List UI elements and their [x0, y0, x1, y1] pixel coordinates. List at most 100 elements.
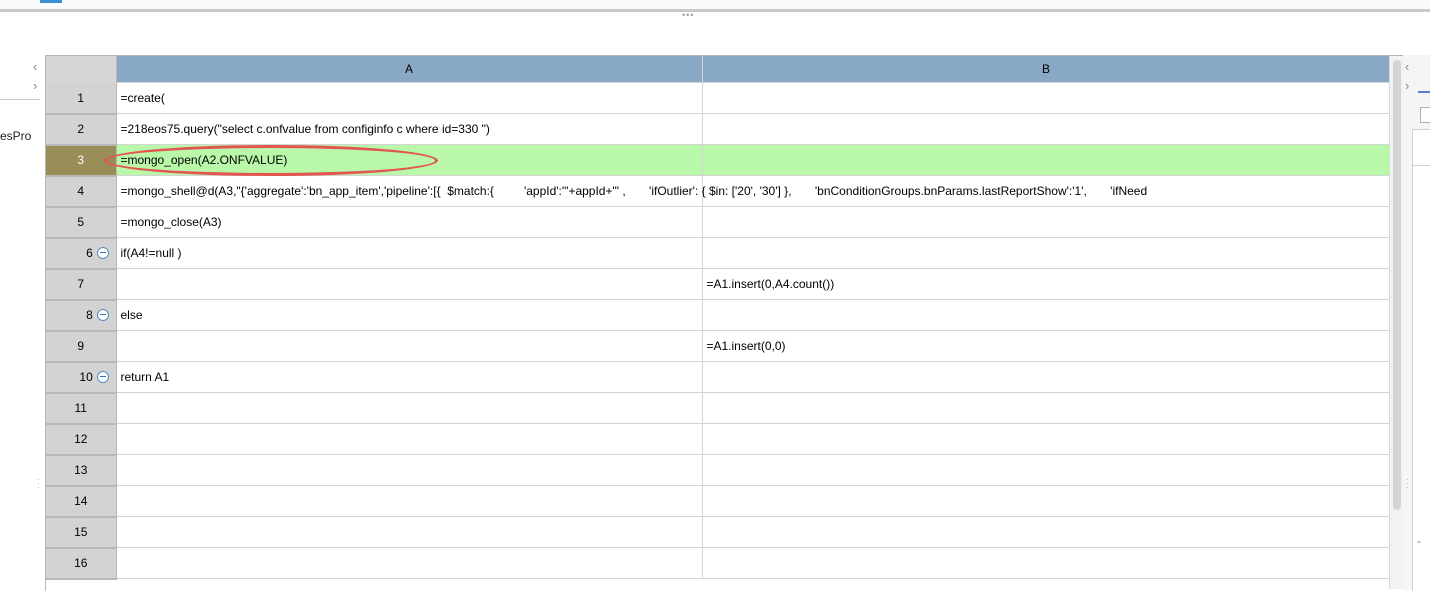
row-header[interactable]: 7 [46, 268, 117, 301]
row-number: 12 [74, 432, 88, 446]
chevron-left-icon[interactable]: ‹ [33, 60, 37, 73]
row-number: 9 [77, 339, 85, 353]
spreadsheet-grid[interactable]: A B 1 =create( 2 =218eos75.query("select c.… [45, 55, 1404, 591]
cell-a[interactable]: =mongo_open(A2.ONFVALUE) [116, 144, 703, 176]
row-header[interactable]: 5 [46, 206, 117, 239]
collapse-minus-icon[interactable] [96, 247, 109, 259]
column-header-b[interactable]: B [702, 56, 1391, 83]
cell-b[interactable] [702, 206, 1391, 238]
table-row[interactable]: 7 =A1.insert(0,A4.count()) [46, 268, 1391, 301]
left-panel: esPro [0, 55, 40, 590]
cell-a[interactable]: =mongo_close(A3) [116, 206, 703, 238]
row-header[interactable]: 13 [46, 454, 117, 487]
table-row[interactable]: 9 =A1.insert(0,0) [46, 330, 1391, 363]
top-strip [0, 0, 1430, 9]
collapse-minus-icon[interactable] [96, 309, 109, 321]
right-panel: ‹ › · · · ˆ [1403, 55, 1430, 591]
row-header[interactable]: 9 [46, 330, 117, 363]
row-header[interactable]: 8 [46, 299, 117, 332]
table-row[interactable]: 11 [46, 392, 1391, 425]
row-header[interactable]: 6 [46, 237, 117, 270]
right-panel-content [1412, 129, 1430, 591]
cell-b[interactable] [702, 454, 1391, 486]
cell-a[interactable]: if(A4!=null ) [116, 237, 703, 269]
cell-b[interactable] [702, 113, 1391, 145]
cell-a[interactable] [116, 454, 703, 486]
cell-b[interactable] [702, 392, 1391, 424]
cell-b[interactable] [702, 547, 1391, 579]
scrollbar-thumb[interactable] [1393, 60, 1401, 510]
row-header[interactable]: 16 [46, 547, 117, 580]
chevron-right-icon[interactable]: › [1405, 79, 1409, 92]
right-panel-separator [1412, 165, 1430, 166]
table-row[interactable]: 12 [46, 423, 1391, 456]
cell-a[interactable]: =create( [116, 82, 703, 114]
row-number: 7 [77, 277, 85, 291]
chevron-up-icon[interactable]: ˆ [1417, 540, 1421, 552]
row-header[interactable]: 3 [46, 144, 117, 177]
splitter-grip-icon[interactable]: · · · [37, 476, 40, 492]
cell-a[interactable] [116, 547, 703, 579]
row-number: 5 [77, 215, 85, 229]
chevron-right-icon[interactable]: › [33, 79, 37, 92]
cell-a[interactable]: =218eos75.query("select c.onfvalue from … [116, 113, 703, 145]
cell-a[interactable] [116, 516, 703, 548]
cell-b[interactable]: =A1.insert(0,0) [702, 330, 1391, 362]
cell-b[interactable]: =A1.insert(0,A4.count()) [702, 268, 1391, 300]
right-panel-checkbox[interactable] [1420, 107, 1430, 123]
cell-text: =mongo_shell@d(A3,"{'aggregate':'bn_app_… [120, 184, 1148, 198]
cell-b[interactable] [702, 485, 1391, 517]
table-row[interactable]: 4 =mongo_shell@d(A3,"{'aggregate':'bn_app… [46, 175, 1391, 208]
row-number: 2 [77, 122, 85, 136]
table-row[interactable]: 2 =218eos75.query("select c.onfvalue from… [46, 113, 1391, 146]
row-header[interactable]: 1 [46, 82, 117, 115]
splitter-grip-icon[interactable]: · · · [1406, 476, 1409, 492]
cell-b[interactable] [702, 423, 1391, 455]
table-row[interactable]: 6 if(A4!=null ) [46, 237, 1391, 270]
left-panel-clipped-text[interactable]: esPro [0, 129, 40, 143]
row-header[interactable]: 4 [46, 175, 117, 208]
table-row[interactable]: 3 =mongo_open(A2.ONFVALUE) [46, 144, 1391, 177]
table-row[interactable]: 8 else [46, 299, 1391, 332]
cell-b[interactable] [702, 516, 1391, 548]
cell-a[interactable]: =mongo_shell@d(A3,"{'aggregate':'bn_app_… [116, 175, 1147, 207]
cell-a[interactable] [116, 268, 703, 300]
cell-b[interactable] [702, 361, 1391, 393]
cell-a[interactable]: else [116, 299, 703, 331]
grid-corner[interactable] [46, 56, 117, 83]
table-row[interactable]: 1 =create( [46, 82, 1391, 115]
row-header[interactable]: 14 [46, 485, 117, 518]
column-header-a[interactable]: A [116, 56, 703, 83]
horizontal-splitter[interactable] [0, 9, 1430, 12]
row-number: 11 [74, 401, 87, 415]
row-header[interactable]: 10 [46, 361, 117, 394]
cell-a[interactable] [116, 330, 703, 362]
cell-b[interactable] [702, 237, 1391, 269]
cell-b[interactable] [702, 144, 1391, 176]
cell-b[interactable] [702, 82, 1391, 114]
collapse-minus-icon[interactable] [96, 371, 109, 383]
table-row[interactable]: 14 [46, 485, 1391, 518]
splitter-grip-icon[interactable]: ••• [682, 11, 694, 20]
row-header[interactable]: 11 [46, 392, 117, 425]
grid-body: 1 =create( 2 =218eos75.query("select c.onfv… [46, 82, 1391, 580]
table-row[interactable]: 15 [46, 516, 1391, 549]
right-panel-tab-indicator [1418, 91, 1430, 93]
table-row[interactable]: 16 [46, 547, 1391, 580]
table-row[interactable]: 13 [46, 454, 1391, 487]
cell-a[interactable] [116, 485, 703, 517]
row-header[interactable]: 12 [46, 423, 117, 456]
cell-a[interactable]: return A1 [116, 361, 703, 393]
vertical-scrollbar[interactable] [1389, 56, 1404, 589]
row-header[interactable]: 15 [46, 516, 117, 549]
cell-a[interactable] [116, 423, 703, 455]
cell-a[interactable] [116, 392, 703, 424]
row-header[interactable]: 2 [46, 113, 117, 146]
cell-b[interactable] [702, 299, 1391, 331]
row-number: 16 [74, 556, 88, 570]
table-row[interactable]: 5 =mongo_close(A3) [46, 206, 1391, 239]
chevron-left-icon[interactable]: ‹ [1405, 60, 1409, 73]
top-accent [40, 0, 62, 3]
row-number: 14 [74, 494, 88, 508]
table-row[interactable]: 10 return A1 [46, 361, 1391, 394]
